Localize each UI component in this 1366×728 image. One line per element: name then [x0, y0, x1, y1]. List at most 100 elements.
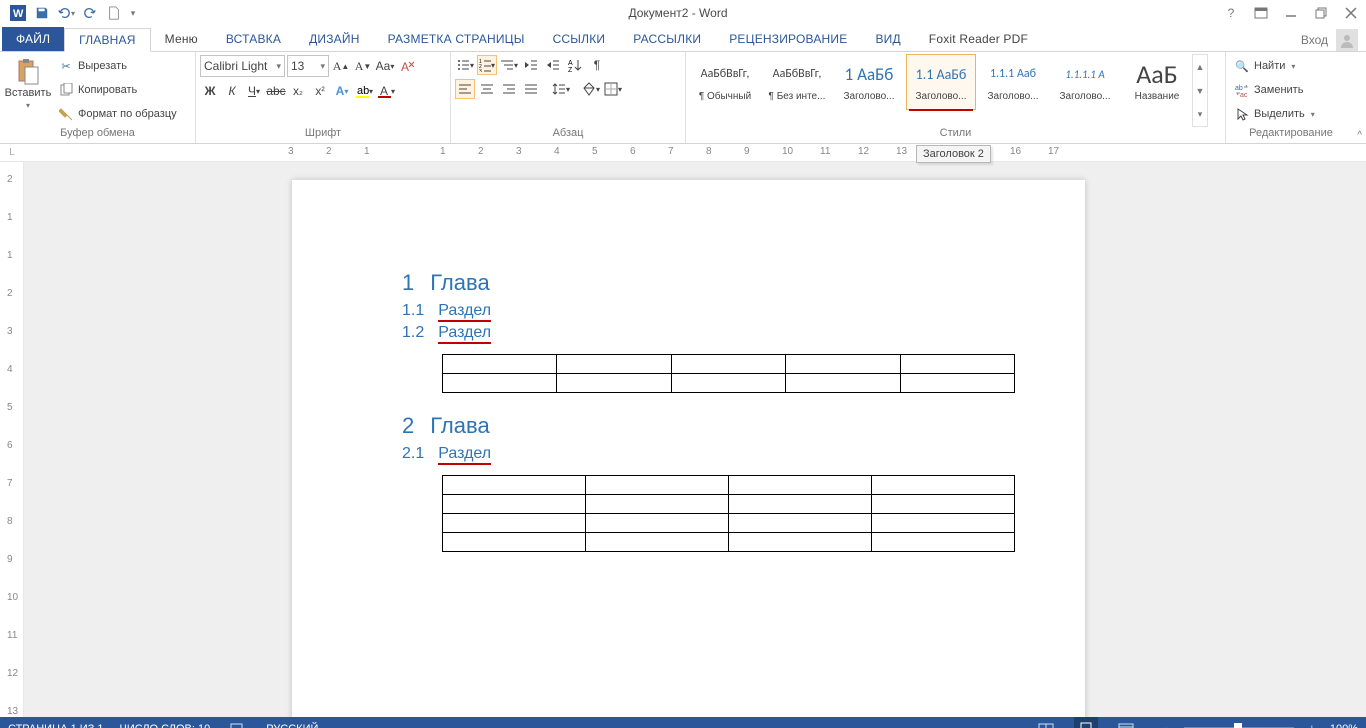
font-family-combo[interactable]: Calibri Light▾: [200, 55, 285, 77]
new-doc-icon[interactable]: [102, 2, 126, 24]
status-bar: СТРАНИЦА 1 ИЗ 1 ЧИСЛО СЛОВ: 10 РУССКИЙ −…: [0, 717, 1366, 728]
styles-scroll: ▲ ▼ ▾: [1192, 54, 1208, 127]
bold-icon[interactable]: Ж: [200, 81, 220, 101]
save-icon[interactable]: [30, 2, 54, 24]
zoom-in-icon[interactable]: +: [1300, 717, 1324, 728]
tab-file[interactable]: ФАЙЛ: [2, 27, 64, 51]
group-editing: 🔍Найти▾ abacЗаменить Выделить▾ Редактиро…: [1226, 52, 1356, 143]
horizontal-ruler[interactable]: L 3211234567891011121314151617 Заголовок…: [0, 144, 1366, 162]
style-label: Заголово...: [981, 91, 1045, 102]
minimize-icon[interactable]: [1276, 2, 1306, 24]
shrink-font-icon[interactable]: A▼: [353, 56, 373, 76]
align-center-icon[interactable]: [477, 79, 497, 99]
restore-icon[interactable]: [1306, 2, 1336, 24]
help-icon[interactable]: ?: [1216, 2, 1246, 24]
numbering-icon[interactable]: 123▾: [477, 55, 497, 75]
line-spacing-icon[interactable]: ▾: [551, 79, 571, 99]
grow-font-icon[interactable]: A▲: [331, 56, 351, 76]
font-color-icon[interactable]: A▾: [376, 81, 396, 101]
font-size-combo[interactable]: 13▾: [287, 55, 329, 77]
justify-icon[interactable]: [521, 79, 541, 99]
font-size-value: 13: [291, 59, 304, 73]
borders-icon[interactable]: ▾: [603, 79, 623, 99]
style-5[interactable]: 1.1.1.1 АЗаголово...: [1050, 54, 1120, 110]
style-4[interactable]: 1.1.1 АабЗаголово...: [978, 54, 1048, 110]
show-marks-icon[interactable]: ¶: [587, 55, 607, 75]
underline-icon[interactable]: Ч▾: [244, 81, 264, 101]
highlight-icon[interactable]: ab▾: [354, 81, 374, 101]
document-canvas[interactable]: 1Глава 1.1Раздел1.2Раздел 2Глава 2.1Раздел: [24, 162, 1366, 717]
tab-insert[interactable]: ВСТАВКА: [212, 27, 295, 51]
heading-1[interactable]: 2Глава: [402, 413, 1015, 439]
status-page[interactable]: СТРАНИЦА 1 ИЗ 1: [8, 723, 104, 728]
document-table[interactable]: [442, 354, 1015, 393]
close-icon[interactable]: [1336, 2, 1366, 24]
status-words[interactable]: ЧИСЛО СЛОВ: 10: [120, 723, 211, 728]
undo-icon[interactable]: ▾: [54, 2, 78, 24]
style-label: ¶ Без инте...: [765, 91, 829, 102]
tab-foxit[interactable]: Foxit Reader PDF: [915, 27, 1042, 51]
italic-icon[interactable]: К: [222, 81, 242, 101]
text-effects-icon[interactable]: A▾: [332, 81, 352, 101]
clear-format-icon[interactable]: A: [397, 56, 417, 76]
ribbon-display-icon[interactable]: [1246, 2, 1276, 24]
style-1[interactable]: АаБбВвГг,¶ Без инте...: [762, 54, 832, 110]
multilevel-icon[interactable]: ▾: [499, 55, 519, 75]
style-0[interactable]: АаБбВвГг,¶ Обычный: [690, 54, 760, 110]
login-link[interactable]: Вход: [1301, 33, 1328, 47]
change-case-icon[interactable]: Aa▾: [375, 56, 395, 76]
styles-down-icon[interactable]: ▼: [1193, 79, 1207, 103]
styles-up-icon[interactable]: ▲: [1193, 55, 1207, 79]
tab-references[interactable]: ССЫЛКИ: [539, 27, 620, 51]
redo-icon[interactable]: [78, 2, 102, 24]
subscript-icon[interactable]: x₂: [288, 81, 308, 101]
zoom-level[interactable]: 100%: [1330, 723, 1358, 728]
window-controls: ?: [1216, 2, 1366, 24]
heading-1[interactable]: 1Глава: [402, 270, 1015, 296]
sort-icon[interactable]: AZ: [565, 55, 585, 75]
status-language[interactable]: РУССКИЙ: [266, 723, 318, 728]
tab-home[interactable]: ГЛАВНАЯ: [64, 28, 150, 52]
tab-design[interactable]: ДИЗАЙН: [295, 27, 374, 51]
tab-mailings[interactable]: РАССЫЛКИ: [619, 27, 715, 51]
strike-icon[interactable]: abc: [266, 81, 286, 101]
align-right-icon[interactable]: [499, 79, 519, 99]
shading-icon[interactable]: ▾: [581, 79, 601, 99]
spellcheck-icon[interactable]: [226, 717, 250, 728]
read-mode-icon[interactable]: [1034, 717, 1058, 728]
style-6[interactable]: АаБНазвание: [1122, 54, 1192, 110]
increase-indent-icon[interactable]: [543, 55, 563, 75]
heading-2[interactable]: 2.1Раздел: [402, 445, 1015, 465]
paste-button[interactable]: Вставить ▾: [4, 54, 52, 127]
styles-more-icon[interactable]: ▾: [1193, 102, 1207, 126]
heading-2[interactable]: 1.2Раздел: [402, 324, 1015, 344]
vertical-ruler[interactable]: 2112345678910111213: [0, 162, 24, 717]
bullets-icon[interactable]: ▾: [455, 55, 475, 75]
format-painter-button[interactable]: Формат по образцу: [54, 103, 181, 125]
superscript-icon[interactable]: x²: [310, 81, 330, 101]
brush-icon: [58, 106, 74, 122]
cut-button[interactable]: ✂Вырезать: [54, 55, 181, 77]
svg-text:3: 3: [479, 69, 482, 72]
replace-button[interactable]: abacЗаменить: [1230, 79, 1319, 101]
decrease-indent-icon[interactable]: [521, 55, 541, 75]
tab-view[interactable]: ВИД: [861, 27, 914, 51]
web-layout-icon[interactable]: [1114, 717, 1138, 728]
align-left-icon[interactable]: [455, 79, 475, 99]
style-3[interactable]: 1.1 АаБбЗаголово...: [906, 54, 976, 110]
zoom-out-icon[interactable]: −: [1154, 717, 1178, 728]
select-button[interactable]: Выделить▾: [1230, 103, 1319, 125]
document-table[interactable]: [442, 475, 1015, 552]
heading-2[interactable]: 1.1Раздел: [402, 302, 1015, 322]
tab-menu[interactable]: Меню: [151, 27, 212, 51]
qat-more-icon[interactable]: ▾: [126, 2, 140, 24]
tab-review[interactable]: РЕЦЕНЗИРОВАНИЕ: [715, 27, 861, 51]
collapse-ribbon-icon[interactable]: ^: [1357, 130, 1362, 141]
copy-button[interactable]: Копировать: [54, 79, 181, 101]
print-layout-icon[interactable]: [1074, 717, 1098, 728]
svg-text:A: A: [568, 60, 573, 67]
find-button[interactable]: 🔍Найти▾: [1230, 55, 1319, 77]
style-2[interactable]: 1 АаБбЗаголово...: [834, 54, 904, 110]
avatar-icon[interactable]: [1336, 29, 1358, 51]
tab-layout[interactable]: РАЗМЕТКА СТРАНИЦЫ: [374, 27, 539, 51]
